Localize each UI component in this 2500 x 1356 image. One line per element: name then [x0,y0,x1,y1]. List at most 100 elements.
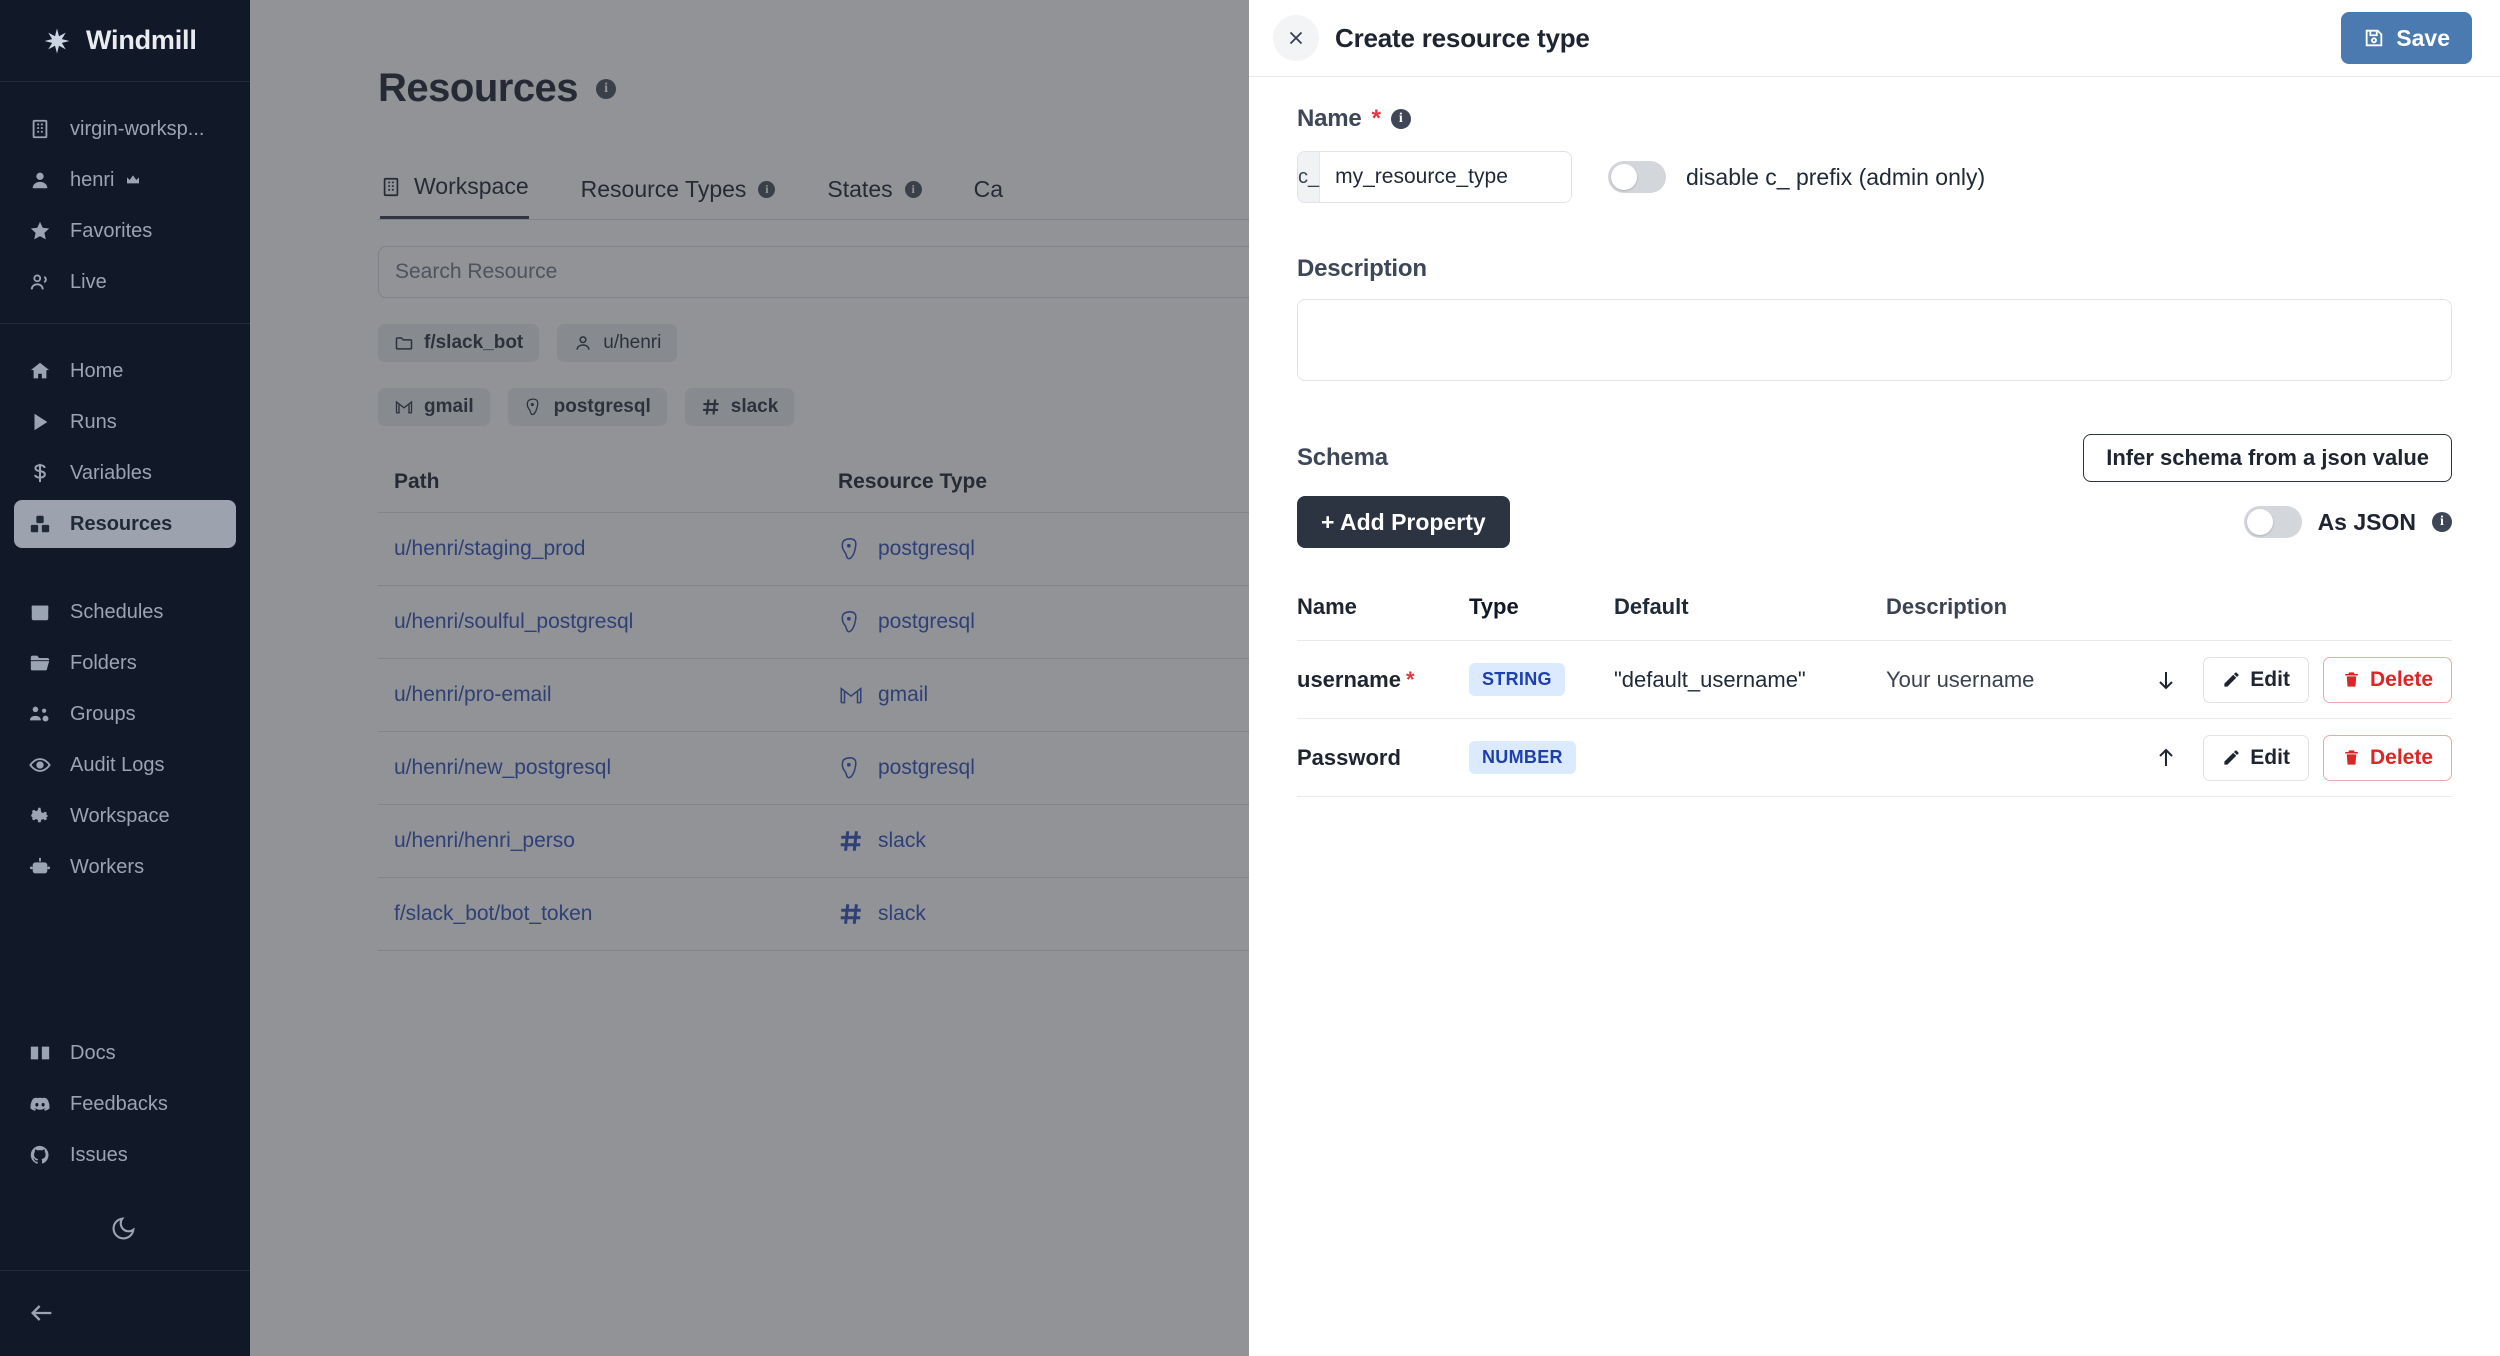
play-icon [28,410,52,434]
discord-icon [28,1092,52,1116]
sidebar-item-docs[interactable]: Docs [14,1029,236,1077]
sidebar-item-home[interactable]: Home [14,347,236,395]
table-row: username * STRING "default_username" You… [1297,641,2452,719]
property-default-cell: "default_username" [1614,666,1806,692]
sidebar-item-audit-logs[interactable]: Audit Logs [14,741,236,789]
column-header-name: Name [1297,594,1357,619]
type-badge: STRING [1469,663,1565,696]
home-icon [28,359,52,383]
toggle-knob [1611,164,1637,190]
column-header-description: Description [1886,594,2008,619]
sidebar-admin-group: Schedules Folders Groups Audit Logs Work… [0,565,250,908]
sidebar-item-feedbacks[interactable]: Feedbacks [14,1080,236,1128]
property-actions-cell: Edit Delete [2151,656,2452,703]
sidebar-item-user[interactable]: henri [14,156,236,204]
moon-icon[interactable] [110,1214,140,1244]
sidebar-item-resources[interactable]: Resources [14,500,236,548]
pencil-icon [2222,670,2241,689]
folder-icon [28,651,52,675]
sidebar-item-label: Variables [70,461,152,484]
gear-icon [28,804,52,828]
trash-icon [2342,670,2361,689]
edit-property-button[interactable]: Edit [2203,656,2309,703]
description-textarea[interactable] [1297,299,2452,381]
boxes-icon [28,512,52,536]
sidebar-item-groups[interactable]: Groups [14,690,236,738]
save-icon [2363,27,2385,49]
theme-toggle-row [0,1196,250,1270]
sidebar-item-workspace-switcher[interactable]: virgin-worksp... [14,105,236,153]
property-description-cell: Your username [1886,666,2035,692]
delete-property-button[interactable]: Delete [2322,656,2452,703]
infer-schema-button[interactable]: Infer schema from a json value [2083,434,2452,482]
arrow-down-icon[interactable] [2151,665,2181,695]
save-button[interactable]: Save [2341,12,2472,64]
sidebar-item-label: Workers [70,855,145,878]
name-prefix-label: c_ [1298,152,1321,202]
sidebar-item-favorites[interactable]: Favorites [14,207,236,255]
name-input[interactable] [1320,152,1571,202]
book-icon [28,1041,52,1065]
create-resource-type-drawer: Create resource type Save Name * i c_ my… [1249,0,2500,1356]
properties-header-row: Name Type Default Description [1297,594,2452,641]
drawer-title: Create resource type [1335,22,1590,53]
sidebar-item-live[interactable]: Live [14,258,236,306]
table-row: Password NUMBER Edit Delete [1297,719,2452,797]
edit-label: Edit [2250,667,2290,691]
star-icon [28,219,52,243]
sidebar-item-label: Docs [70,1041,116,1064]
name-field-row: c_ disable c_ prefix (admin only) [1297,151,2452,203]
name-field-label: Name * i [1297,105,2452,133]
sidebar-item-label: Runs [70,410,117,433]
sidebar-item-label: Workspace [70,804,170,827]
disable-prefix-label: disable c_ prefix (admin only) [1686,163,1986,190]
column-header-default: Default [1614,594,1689,619]
property-name: Password [1297,744,1401,770]
property-name-cell: Password [1297,745,1469,771]
edit-property-button[interactable]: Edit [2203,734,2309,781]
disable-prefix-toggle[interactable] [1608,161,1666,193]
delete-property-button[interactable]: Delete [2322,734,2452,781]
schema-label: Schema [1297,444,1388,471]
arrow-up-icon[interactable] [2151,743,2181,773]
arrow-left-icon[interactable] [28,1299,58,1329]
github-icon [28,1143,52,1167]
property-type-cell: STRING [1469,663,1614,696]
schema-actions-row: + Add Property As JSON i [1297,496,2452,548]
user-icon [28,168,52,192]
info-icon[interactable]: i [1390,109,1411,129]
trash-icon [2342,748,2361,767]
as-json-toggle[interactable] [2243,506,2302,538]
brand[interactable]: Windmill [0,0,250,82]
info-icon[interactable]: i [2432,512,2452,532]
schema-properties-table: Name Type Default Description username *… [1297,594,2452,797]
name-label-text: Name [1297,105,1362,132]
sidebar-item-schedules[interactable]: Schedules [14,588,236,636]
description-field-label: Description [1297,255,2452,283]
user-name: henri [70,168,115,191]
sidebar-item-label: Live [70,270,107,293]
sidebar-item-issues[interactable]: Issues [14,1131,236,1179]
calendar-icon [28,600,52,624]
groups-icon [28,702,52,726]
column-header-type: Type [1469,594,1519,619]
windmill-logo-icon [42,26,72,56]
name-input-group: c_ [1297,151,1572,203]
sidebar-footer-group: Docs Feedbacks Issues [0,1006,250,1196]
sidebar: Windmill virgin-worksp... henri Favorite… [0,0,250,1356]
dollar-icon [28,461,52,485]
property-actions-cell: Edit Delete [2151,734,2452,781]
sidebar-item-label: Groups [70,702,136,725]
sidebar-item-variables[interactable]: Variables [14,449,236,497]
sidebar-item-label: Favorites [70,219,153,242]
sidebar-item-workers[interactable]: Workers [14,843,236,891]
sidebar-item-label: Feedbacks [70,1092,168,1115]
description-label-text: Description [1297,255,1427,282]
close-icon[interactable] [1273,15,1319,61]
sidebar-item-workspace[interactable]: Workspace [14,792,236,840]
sidebar-main-group: Home Runs Variables Resources [0,323,250,565]
add-property-button[interactable]: + Add Property [1297,496,1510,548]
sidebar-item-folders[interactable]: Folders [14,639,236,687]
sidebar-item-runs[interactable]: Runs [14,398,236,446]
